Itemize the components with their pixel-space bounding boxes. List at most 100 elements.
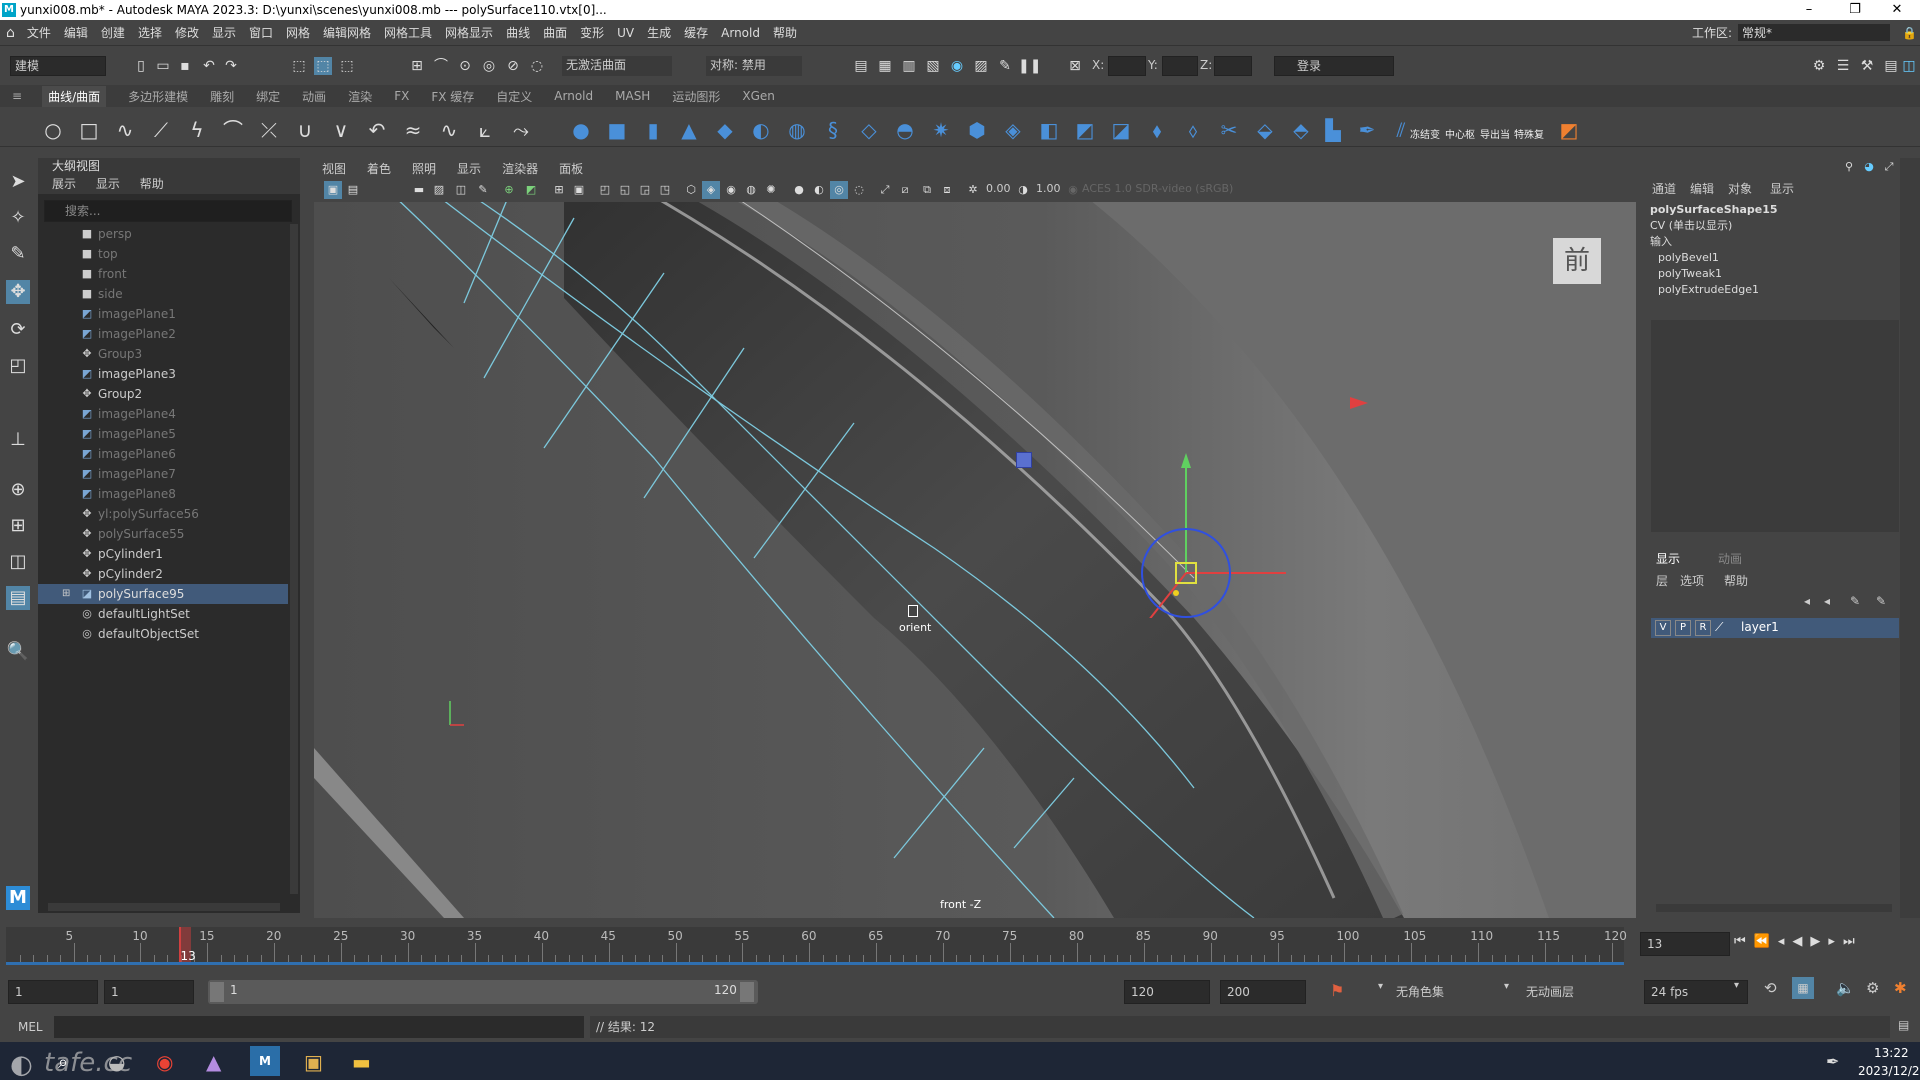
- outliner-item[interactable]: ◩ imagePlane1: [38, 304, 288, 324]
- outliner-item[interactable]: ■ top: [38, 244, 288, 264]
- depth-of-field-icon[interactable]: ◌: [850, 181, 868, 199]
- safe-action-icon[interactable]: ◱: [616, 181, 634, 199]
- clock-time[interactable]: 13:22: [1874, 1046, 1909, 1060]
- boundary-icon[interactable]: ◈: [1000, 117, 1026, 143]
- bookmark-icon[interactable]: ▬: [410, 181, 428, 199]
- colorspace-select[interactable]: ACES 1.0 SDR-video (sRGB): [1082, 182, 1262, 195]
- show-manipulator-icon[interactable]: ⊕: [6, 478, 30, 502]
- layer-playback-toggle[interactable]: P: [1675, 620, 1691, 636]
- surface-editing-icon[interactable]: ▙: [1320, 117, 1346, 143]
- outliner-item[interactable]: ■ front: [38, 264, 288, 284]
- snap-view-icon[interactable]: ◎: [480, 57, 498, 75]
- animlayer-dropdown-icon[interactable]: ▾: [1504, 981, 1509, 992]
- stitch-icon[interactable]: ⬙: [1252, 117, 1278, 143]
- home-icon[interactable]: ⌂: [6, 25, 15, 41]
- anim-layer-select[interactable]: 无动画层: [1526, 983, 1574, 1000]
- layer-menu-options[interactable]: 选项: [1680, 572, 1704, 589]
- detach-curves-icon[interactable]: ∨: [328, 117, 354, 143]
- shadows-icon[interactable]: ✺: [762, 181, 780, 199]
- minimize-button[interactable]: –: [1786, 0, 1832, 20]
- layout-outliner-icon[interactable]: ▤: [6, 586, 30, 610]
- layer-row[interactable]: V P R ⟋ layer1: [1651, 618, 1899, 638]
- shape-node-name[interactable]: polySurfaceShape15: [1650, 202, 1890, 218]
- layer-edit-icon[interactable]: ⟋: [1715, 620, 1723, 635]
- three-point-arc-icon[interactable]: ⤫: [256, 117, 282, 143]
- film-gate-icon[interactable]: ◩: [522, 181, 540, 199]
- soft-select-icon[interactable]: ⊥: [6, 428, 30, 452]
- outliner-item[interactable]: ✥ yl:polySurface56: [38, 504, 288, 524]
- planar-icon[interactable]: ◇: [856, 117, 882, 143]
- expand-icon[interactable]: ⊞: [62, 584, 70, 604]
- channel-menu-show[interactable]: 显示: [1770, 180, 1794, 197]
- bezier-curve-icon[interactable]: ϟ: [184, 117, 210, 143]
- go-to-end-icon[interactable]: ⏭: [1843, 934, 1863, 949]
- shelf-tab-motion-graphics[interactable]: 运动图形: [672, 88, 720, 105]
- special-duplicate-label[interactable]: 特殊复: [1514, 126, 1544, 141]
- attribute-editor-icon[interactable]: ☰: [1834, 57, 1852, 75]
- menu-create[interactable]: 创建: [101, 24, 125, 41]
- range-end-handle[interactable]: [740, 982, 754, 1002]
- maya-taskbar-icon[interactable]: M: [250, 1046, 280, 1076]
- gamma-icon[interactable]: ◑: [1014, 181, 1032, 199]
- fillet-icon[interactable]: ✂: [1216, 117, 1242, 143]
- playback-end-field[interactable]: 120: [1124, 980, 1210, 1004]
- redo-icon[interactable]: ↷: [222, 57, 240, 75]
- ep-curve-icon[interactable]: ⟋: [148, 117, 174, 143]
- play-back-icon[interactable]: ◀: [1792, 934, 1810, 949]
- freeze-transform-label[interactable]: 冻结变: [1410, 126, 1440, 141]
- photos-icon[interactable]: ▲: [206, 1050, 221, 1074]
- shelf-tab-rigging[interactable]: 绑定: [256, 88, 280, 105]
- color-management-icon[interactable]: ◉: [1064, 181, 1082, 199]
- fps-select[interactable]: 24 fps: [1644, 980, 1748, 1004]
- outliner-item[interactable]: ✥ polySurface55: [38, 524, 288, 544]
- menu-curves[interactable]: 曲线: [506, 24, 530, 41]
- step-forward-frame-icon[interactable]: ▸: [1828, 934, 1843, 949]
- rotate-tool-icon[interactable]: ⟳: [6, 318, 30, 342]
- render-frame-icon[interactable]: ▦: [876, 57, 894, 75]
- anim-prefs-icon[interactable]: ⚙: [1866, 979, 1879, 997]
- intersect-icon[interactable]: ◪: [1108, 117, 1134, 143]
- save-scene-icon[interactable]: ▪: [176, 57, 194, 75]
- menu-surfaces[interactable]: 曲面: [543, 24, 567, 41]
- channel-box-icon[interactable]: ▤: [1882, 57, 1900, 75]
- loft-icon[interactable]: §: [820, 117, 846, 143]
- square-surface-icon[interactable]: ◧: [1036, 117, 1062, 143]
- attach-curves-icon[interactable]: ∪: [292, 117, 318, 143]
- outliner-item[interactable]: ◪ ⊞ polySurface95: [38, 584, 288, 604]
- cv-curve-icon[interactable]: ∿: [112, 117, 138, 143]
- gamma-field[interactable]: 1.00: [1036, 182, 1061, 195]
- light-editor-icon[interactable]: ✎: [996, 57, 1014, 75]
- anti-aliasing-icon[interactable]: ◎: [830, 181, 848, 199]
- outliner-item[interactable]: ✥ pCylinder1: [38, 544, 288, 564]
- input-node[interactable]: polyExtrudeEdge1: [1650, 282, 1890, 298]
- zoom-icon[interactable]: 🔍: [6, 640, 30, 664]
- select-tool-icon[interactable]: ➤: [6, 170, 30, 194]
- new-scene-icon[interactable]: ▯: [132, 57, 150, 75]
- menu-mesh-display[interactable]: 网格显示: [445, 24, 493, 41]
- xray-icon[interactable]: ⧄: [896, 181, 914, 199]
- outliner-item[interactable]: ■ persp: [38, 224, 288, 244]
- side-tabs-strip[interactable]: [1900, 158, 1920, 918]
- breakdown-icon[interactable]: ✒: [1354, 117, 1380, 143]
- live-surface-field[interactable]: 无激活曲面: [562, 56, 672, 76]
- layer-name[interactable]: layer1: [1741, 620, 1779, 634]
- tool-settings-icon[interactable]: ⚒: [1858, 57, 1876, 75]
- select-component-icon[interactable]: ⬚: [338, 57, 356, 75]
- play-forward-icon[interactable]: ▶: [1810, 934, 1828, 949]
- revolve-icon[interactable]: ◍: [784, 117, 810, 143]
- menu-arnold[interactable]: Arnold: [721, 26, 760, 40]
- menu-uv[interactable]: UV: [617, 26, 634, 40]
- outliner-item[interactable]: ◎ defaultLightSet: [38, 604, 288, 624]
- range-bar[interactable]: 1 120: [208, 980, 758, 1004]
- maya-home-icon[interactable]: M: [6, 886, 30, 910]
- field-chart-icon[interactable]: ◰: [596, 181, 614, 199]
- menu-mesh[interactable]: 网格: [286, 24, 310, 41]
- move-layer-up-icon[interactable]: ◂: [1804, 594, 1810, 608]
- birail-icon[interactable]: ✷: [928, 117, 954, 143]
- symmetry-select[interactable]: 对称: 禁用: [706, 56, 802, 76]
- trim-icon[interactable]: ⬧: [1144, 117, 1170, 143]
- menu-edit-mesh[interactable]: 编辑网格: [323, 24, 371, 41]
- channel-menu-channels[interactable]: 通道: [1652, 180, 1676, 197]
- outliner-item[interactable]: ◎ defaultObjectSet: [38, 624, 288, 644]
- shelf-tab-xgen[interactable]: XGen: [742, 89, 775, 103]
